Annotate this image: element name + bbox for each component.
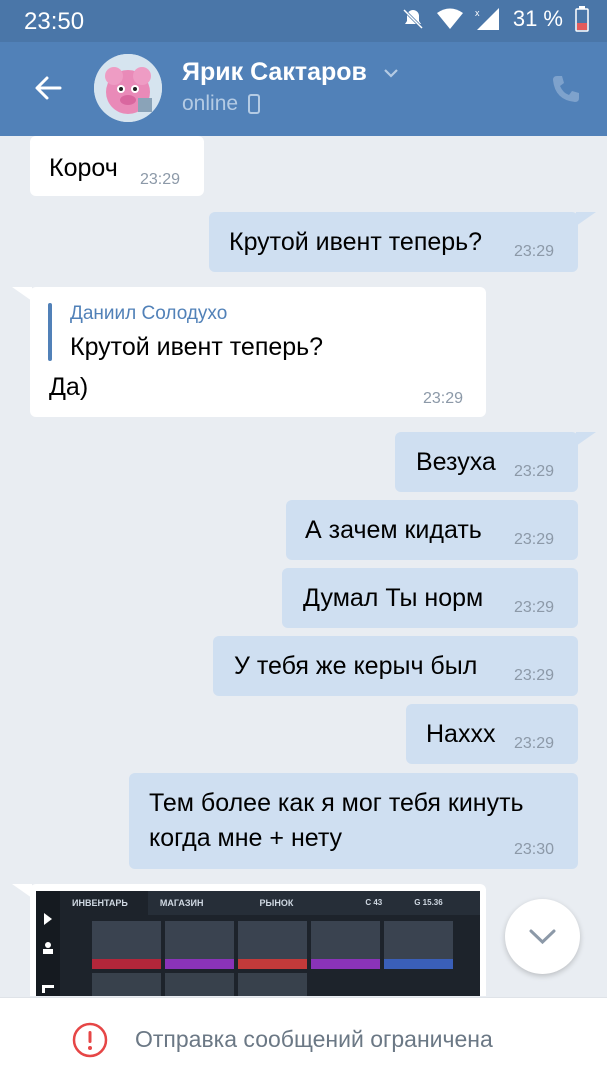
reply-author[interactable]: Даниил Солодухо — [70, 303, 227, 325]
warning-icon — [72, 1022, 108, 1058]
message-text-line2: когда мне + нету — [149, 824, 343, 852]
game-balance-g: G 15.36 — [414, 898, 443, 907]
bubble-tail — [12, 287, 32, 301]
reply-quoted-text: Крутой ивент теперь? — [70, 333, 324, 361]
bubble-tail — [576, 432, 596, 446]
message-time: 23:29 — [514, 667, 555, 684]
game-balance-c: C 43 — [365, 898, 383, 907]
message-text: Думал Ты норм — [303, 584, 484, 612]
message-outgoing[interactable]: Тем более как я мог тебя кинуть когда мн… — [129, 773, 578, 869]
contact-avatar[interactable] — [94, 54, 162, 122]
game-tab-inventory: ИНВЕНТАРЬ — [60, 891, 148, 915]
game-tab-market: РЫНОК — [259, 898, 294, 908]
message-incoming[interactable]: Короч 23:29 — [30, 136, 204, 196]
message-time: 23:29 — [514, 599, 555, 616]
mobile-device-icon — [248, 94, 261, 114]
composer-restricted-bar: Отправка сообщений ограничена — [0, 997, 607, 1080]
message-outgoing[interactable]: А зачем кидать 23:29 — [286, 500, 578, 560]
chat-header: Ярик Сактаров online — [0, 42, 607, 136]
inventory-slot — [384, 921, 453, 969]
message-text-line1: Тем более как я мог тебя кинуть — [149, 789, 524, 817]
restriction-text: Отправка сообщений ограничена — [135, 1026, 493, 1052]
battery-percent: 31 % — [512, 6, 563, 31]
message-text: Короч — [49, 154, 118, 182]
svg-text:x: x — [475, 8, 480, 18]
message-incoming-reply[interactable]: Даниил Солодухо Крутой ивент теперь? Да)… — [12, 287, 486, 417]
chevron-down-icon[interactable] — [382, 64, 400, 82]
scroll-to-bottom-button[interactable] — [505, 899, 580, 974]
reply-quote-bar — [48, 303, 52, 361]
message-text: У тебя же керыч был — [234, 652, 478, 680]
message-text: Наххх — [426, 720, 496, 748]
message-time: 23:29 — [423, 390, 464, 407]
message-outgoing[interactable]: Везуха 23:29 — [395, 432, 596, 492]
status-icons: x 31 % — [401, 6, 589, 32]
bubble-tail — [576, 212, 596, 226]
inventory-slot — [238, 973, 307, 996]
inventory-slot — [311, 921, 380, 969]
message-text: А зачем кидать — [305, 516, 482, 544]
game-tab-bar: ИНВЕНТАРЬ МАГАЗИН РЫНОК C 43 G 15.36 — [60, 891, 480, 915]
inventory-slot — [165, 973, 234, 996]
message-outgoing[interactable]: Наххх 23:29 — [406, 704, 578, 764]
message-outgoing[interactable]: Думал Ты норм 23:29 — [282, 568, 578, 628]
phone-call-icon[interactable] — [549, 72, 583, 106]
inventory-slot — [92, 921, 161, 969]
do-not-disturb-icon — [402, 8, 423, 30]
status-bar: 23:50 x 31 % — [0, 0, 607, 42]
avatar-image — [94, 54, 162, 122]
game-sidebar — [36, 891, 60, 996]
cellular-signal-icon: x — [475, 8, 499, 30]
bubble-tail — [12, 884, 32, 898]
inventory-slot — [92, 973, 161, 996]
message-time: 23:29 — [514, 735, 555, 752]
game-tab-shop: МАГАЗИН — [159, 898, 204, 908]
game-sidebar-icons — [42, 913, 54, 993]
message-time: 23:29 — [514, 463, 555, 480]
message-text: Крутой ивент теперь? — [229, 228, 483, 256]
clock: 23:50 — [24, 8, 85, 35]
message-time: 23:29 — [514, 531, 555, 548]
contact-status: online — [182, 92, 261, 116]
message-time: 23:29 — [514, 243, 555, 260]
inventory-slot — [238, 921, 307, 969]
inventory-slot — [165, 921, 234, 969]
message-time: 23:29 — [140, 171, 181, 188]
message-text: Везуха — [416, 448, 496, 476]
message-list[interactable]: Короч 23:29 Крутой ивент теперь? 23:29 Д… — [0, 136, 607, 996]
message-outgoing[interactable]: У тебя же керыч был 23:29 — [213, 636, 578, 696]
battery-icon — [575, 6, 589, 32]
back-arrow-icon[interactable] — [30, 70, 66, 106]
contact-name[interactable]: Ярик Сактаров — [182, 58, 367, 87]
online-status-text: online — [182, 92, 239, 115]
chevron-down-icon — [529, 929, 556, 945]
message-time: 23:30 — [514, 841, 555, 858]
message-outgoing[interactable]: Крутой ивент теперь? 23:29 — [209, 212, 596, 272]
message-text: Да) — [49, 373, 89, 401]
wifi-icon — [436, 8, 463, 29]
attachment-image[interactable]: ИНВЕНТАРЬ МАГАЗИН РЫНОК C 43 G 15.36 — [36, 891, 480, 996]
